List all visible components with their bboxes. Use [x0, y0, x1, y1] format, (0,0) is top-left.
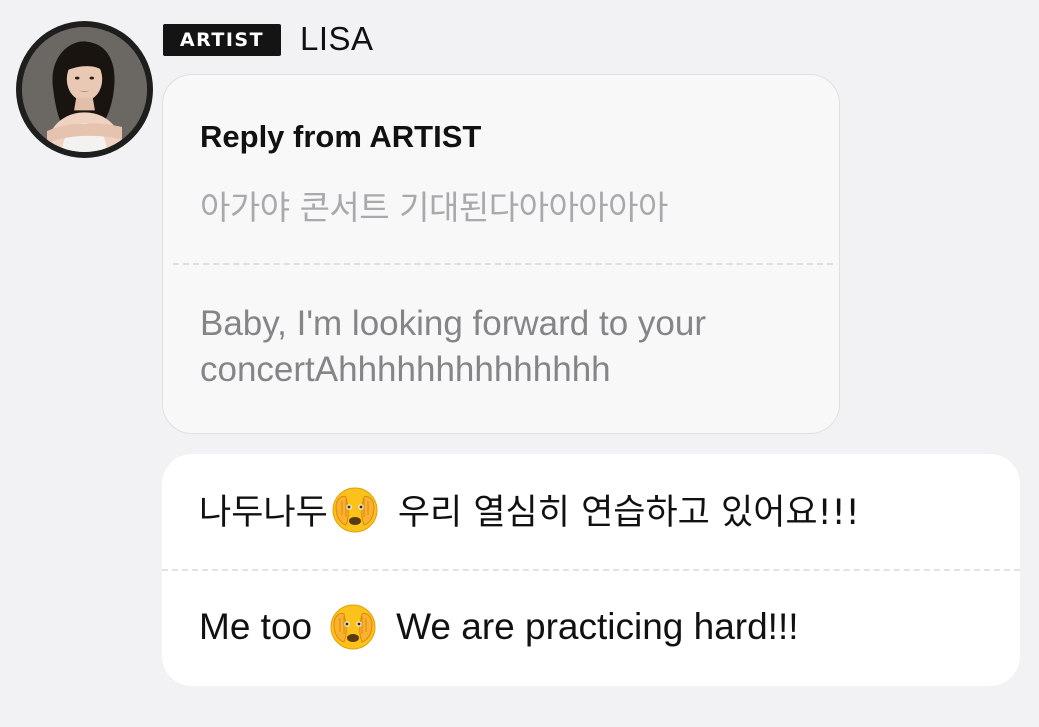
reply-divider — [173, 263, 833, 265]
reply-card[interactable]: Reply from ARTIST 아가야 콘서트 기대된다아아아아아 Baby… — [162, 74, 840, 434]
message-original-prefix: 나두나두 — [199, 493, 328, 533]
message-translated-prefix: Me too — [199, 606, 313, 647]
message-translated-suffix: We are practicing hard!!! — [396, 606, 799, 647]
face-with-peeking-eye-icon — [330, 485, 380, 535]
face-with-peeking-eye-icon — [328, 602, 378, 652]
avatar-photo — [22, 27, 147, 152]
artist-avatar[interactable] — [16, 21, 153, 158]
message-original-suffix: 우리 열심히 연습하고 있어요!!! — [397, 493, 860, 533]
reply-translated-text: Baby, I'm looking forward to your concer… — [200, 304, 706, 389]
message-divider — [162, 569, 1020, 571]
artist-badge: ARTIST — [163, 24, 281, 56]
reply-title: Reply from ARTIST — [200, 119, 482, 154]
message-card[interactable]: 나두나두 우리 열심히 연습하고 있어요!!! Me too We are pr… — [162, 454, 1020, 686]
message-original-line: 나두나두 우리 열심히 연습하고 있어요!!! — [199, 484, 860, 535]
artist-name[interactable]: LISA — [300, 20, 374, 58]
message-translated-line: Me too We are practicing hard!!! — [199, 602, 799, 652]
reply-original-text: 아가야 콘서트 기대된다아아아아아 — [200, 188, 668, 227]
